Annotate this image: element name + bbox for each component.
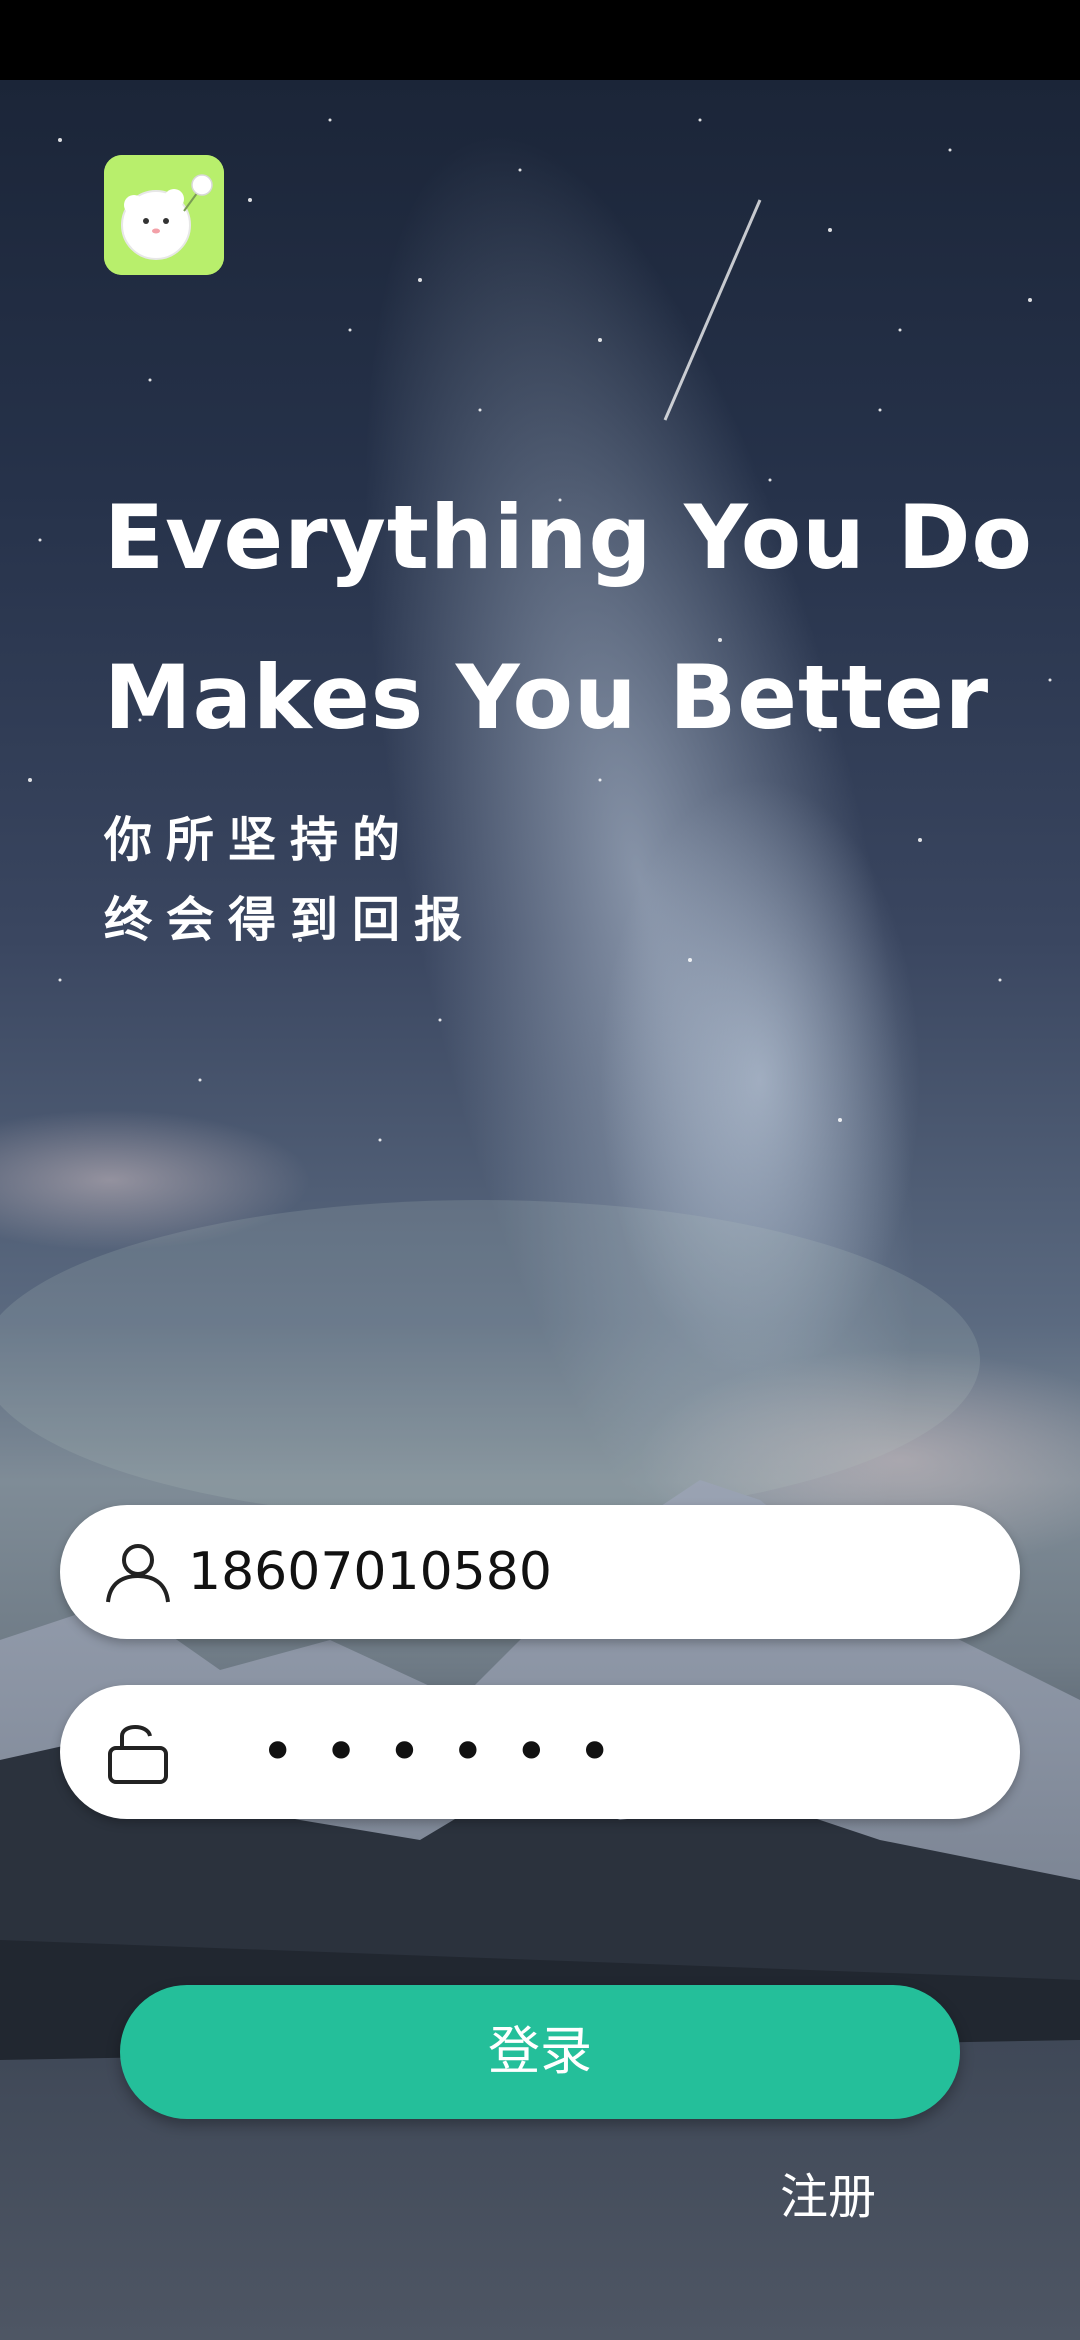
subheadline-line-1: 你所坚持的 [104, 812, 415, 868]
phone-number-value: 18607010580 [188, 1542, 552, 1602]
headline-line-2: Makes You Better [104, 646, 990, 749]
headline-line-1: Everything You Do [104, 486, 1033, 589]
user-icon [106, 1544, 170, 1603]
subheadline-line-2: 终会得到回报 [104, 892, 477, 948]
subheadline: 你所坚持的 终会得到回报 [104, 800, 476, 960]
password-value: •••••• [260, 1717, 641, 1787]
app-logo-icon [104, 155, 224, 275]
login-button[interactable]: 登录 [120, 1985, 960, 2119]
password-field[interactable]: •••••• [60, 1685, 1020, 1819]
register-link[interactable]: 注册 [780, 2165, 876, 2229]
phone-number-field[interactable]: 18607010580 [60, 1505, 1020, 1639]
status-bar [0, 0, 1080, 80]
headline: Everything You Do Makes You Better [104, 458, 1064, 778]
login-screen: Everything You Do Makes You Better 你所坚持的… [0, 0, 1080, 2340]
unlocked-lock-icon [108, 1725, 168, 1784]
